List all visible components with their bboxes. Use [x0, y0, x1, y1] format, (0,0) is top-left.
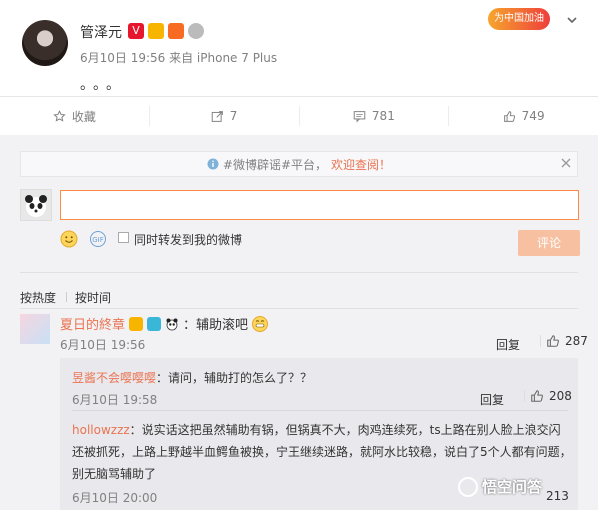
reply-time: 6月10日 19:58: [72, 393, 158, 407]
info-icon: [207, 158, 219, 170]
repost-button[interactable]: 7: [148, 106, 299, 126]
chevron-down-icon[interactable]: [566, 14, 578, 26]
divider: [20, 272, 578, 273]
post-meta: 6月10日 19:56 来自 iPhone 7 Plus: [80, 51, 278, 65]
comment-button[interactable]: 781: [298, 106, 449, 126]
reply-text: ：说实话这把虽然辅助有锅，但锅真不大，肉鸡连续死，ts上路在别人脸上浪交闪还被抓…: [72, 423, 572, 481]
author-name[interactable]: 管泽元: [80, 22, 122, 42]
comment-text: ：辅助滚吧: [183, 318, 249, 333]
comment-count: 781: [371, 109, 395, 123]
comment-time: 6月10日 19:56: [60, 338, 146, 352]
member-badge-icon[interactable]: [148, 23, 164, 39]
sort-by-time[interactable]: 按时间: [75, 289, 111, 306]
like-button[interactable]: 749: [448, 106, 598, 126]
divider: [66, 292, 67, 302]
panda-emoji-icon: [165, 317, 179, 331]
sort-by-hot[interactable]: 按热度: [20, 289, 56, 306]
reply-like-count: 208: [549, 389, 572, 403]
forward-label[interactable]: 同时转发到我的微博: [134, 231, 242, 248]
my-avatar[interactable]: [20, 189, 52, 221]
reply-user[interactable]: 昱酱不会嘤嘤嘤: [72, 371, 156, 385]
post-content: 。。。: [80, 77, 126, 93]
reply-like-button[interactable]: 208: [524, 389, 572, 403]
promo-badge[interactable]: 为中国加油: [488, 8, 550, 30]
post-action-bar: 收藏 7 781 749: [0, 97, 598, 135]
star-icon: [53, 109, 66, 123]
like-count: 749: [521, 109, 545, 123]
gif-icon[interactable]: GIF: [90, 231, 106, 247]
divider: [72, 410, 568, 411]
reply-button[interactable]: 回复: [480, 391, 504, 408]
fan-badge-icon[interactable]: [168, 23, 184, 39]
badge-row: V: [128, 23, 204, 39]
commenter-avatar[interactable]: [20, 314, 50, 344]
favorite-label: 收藏: [71, 109, 96, 124]
divider: [20, 308, 578, 309]
thumbs-up-icon: [546, 334, 560, 348]
comment-line: 夏日的終章 ：辅助滚吧: [60, 314, 269, 333]
verified-badge-icon[interactable]: V: [128, 23, 144, 39]
close-icon[interactable]: [560, 157, 572, 169]
thumbs-up-icon: [530, 389, 544, 403]
comment-like-button[interactable]: 287: [540, 334, 588, 348]
divider: [524, 390, 525, 402]
thumbs-up-icon: [503, 110, 516, 123]
commenter-name[interactable]: 夏日的終章: [60, 314, 125, 333]
divider: [540, 335, 541, 347]
submit-comment-button[interactable]: 评论: [518, 230, 580, 256]
medal-badge-icon[interactable]: [188, 23, 204, 39]
grin-emoji-icon: [252, 315, 269, 332]
member-badge-icon[interactable]: [129, 316, 144, 331]
watermark-text: 悟空问答: [482, 478, 543, 496]
reply-button[interactable]: 回复: [496, 336, 520, 353]
comment-like-count: 287: [565, 334, 588, 348]
reply-like-count[interactable]: 213: [546, 489, 569, 503]
notice-text: #微博辟谣#平台，: [222, 157, 328, 172]
favorite-button[interactable]: 收藏: [0, 106, 149, 126]
reply-text: ：请问，辅助打的怎么了？？: [156, 371, 313, 385]
reply-user[interactable]: hollowzzz: [72, 423, 130, 437]
share-icon: [211, 110, 224, 123]
repost-count: 7: [229, 109, 238, 123]
camera-badge-icon[interactable]: [147, 316, 162, 331]
author-avatar[interactable]: [22, 20, 68, 66]
watermark-logo-icon: [458, 476, 478, 497]
comment-input[interactable]: [60, 190, 579, 220]
watermark: 悟空问答: [458, 476, 542, 497]
emoji-icon[interactable]: [60, 230, 78, 248]
reply-item: 昱酱不会嘤嘤嘤：请问，辅助打的怎么了？？: [72, 369, 312, 386]
notice-bar[interactable]: #微博辟谣#平台， 欢迎查阅！: [20, 151, 578, 177]
forward-checkbox[interactable]: [118, 232, 129, 243]
notice-link[interactable]: 欢迎查阅！: [331, 156, 391, 173]
reply-time: 6月10日 20:00: [72, 491, 158, 505]
comment-icon: [353, 110, 366, 123]
